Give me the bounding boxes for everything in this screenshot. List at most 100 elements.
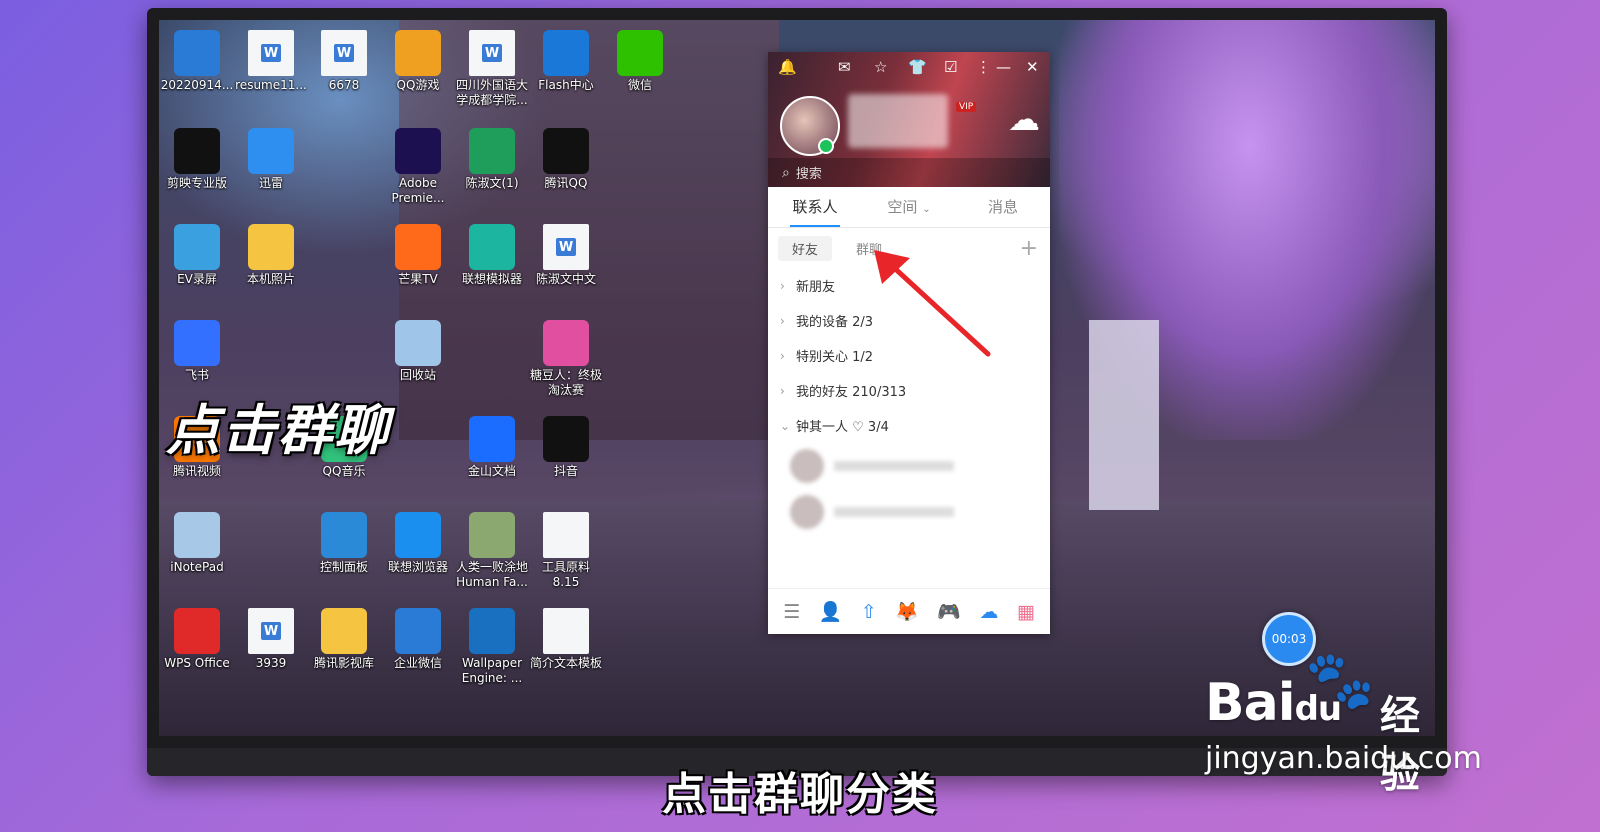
desktop-icon[interactable]: 微信 [602, 30, 678, 93]
mail-icon[interactable]: ✉ [838, 58, 851, 76]
wechat-icon [617, 30, 663, 76]
more-menu-icon[interactable]: ⋮ [976, 58, 991, 76]
word-letter-glyph: W [261, 622, 281, 640]
paw-logo-icon: 🐾 [1305, 648, 1375, 713]
desktop-icon[interactable]: 芒果TV [380, 224, 456, 287]
desktop-icon[interactable]: 飞书 [159, 320, 235, 383]
word-doc-icon: W [321, 30, 367, 76]
app-grid-icon[interactable]: ▦ [1017, 601, 1035, 623]
menu-icon[interactable]: ☰ [783, 601, 800, 623]
desktop-icon[interactable]: 腾讯影视库 [306, 608, 382, 671]
wallpaper-banner [1089, 320, 1159, 510]
xunlei-icon [248, 128, 294, 174]
desktop-icon-label: 人类一败涂地 Human Fa... [455, 560, 528, 589]
bell-icon[interactable]: 🔔 [778, 58, 797, 76]
upload-icon[interactable]: ⇧ [861, 601, 877, 623]
lenovo-browser-icon [395, 512, 441, 558]
close-icon[interactable]: ✕ [1026, 58, 1039, 76]
video-subtitle: 点击群聊分类 [662, 769, 938, 820]
desktop-icon[interactable]: W 陈淑文中文 [528, 224, 604, 287]
group-label: 新朋友 [796, 280, 836, 295]
desktop-icon[interactable]: 陈淑文(1) [454, 128, 530, 191]
desktop-icon[interactable]: 企业微信 [380, 608, 456, 671]
group-label: 钟其一人 ♡ 3/4 [796, 420, 889, 435]
weather-icon[interactable]: ☁ [1008, 100, 1040, 138]
annotation-arrow [874, 250, 991, 357]
capcut-icon [174, 128, 220, 174]
search-bar[interactable]: ⌕ 搜索 [768, 158, 1050, 187]
subtab-friends[interactable]: 好友 [778, 235, 833, 261]
word-doc-icon: W [469, 30, 515, 76]
desktop-icon[interactable]: W 四川外国语大学成都学院... [454, 30, 530, 108]
desktop-icon[interactable]: 控制面板 [306, 512, 382, 575]
desktop-icon[interactable]: 联想浏览器 [380, 512, 456, 575]
desktop-icon[interactable]: 回收站 [380, 320, 456, 383]
desktop-icon[interactable]: 迅雷 [233, 128, 309, 191]
desktop-icon-label: 糖豆人：终极淘汰赛 [529, 368, 602, 397]
desktop-icon[interactable]: Adobe Premie... [380, 128, 456, 206]
desktop-icon[interactable]: 糖豆人：终极淘汰赛 [528, 320, 604, 398]
star-icon[interactable]: ☆ [874, 58, 887, 76]
desktop-icon[interactable]: EV录屏 [159, 224, 235, 287]
tab-space[interactable]: 空间 ⌄ [862, 187, 956, 227]
search-input[interactable]: 搜索 [796, 163, 822, 182]
checked-mail-icon[interactable]: ☑ [944, 58, 957, 76]
desktop-icon-label: Adobe Premie... [391, 176, 445, 205]
desktop-icon[interactable]: Flash中心 [528, 30, 604, 93]
desktop-icon[interactable]: iNotePad [159, 512, 235, 575]
tab-contacts[interactable]: 联系人 [768, 187, 862, 227]
chevron-down-icon: ⌄ [780, 418, 791, 433]
desktop-icon[interactable]: 金山文档 [454, 416, 530, 479]
desktop-icon-label: iNotePad [170, 560, 224, 574]
desktop-icon[interactable]: W 3939 [233, 608, 309, 671]
tab-space-label: 空间 [887, 198, 918, 216]
search-icon: ⌕ [782, 164, 790, 181]
desktop-icon[interactable]: 联想模拟器 [454, 224, 530, 287]
desktop-icon[interactable]: 20220914... [159, 30, 235, 93]
online-status-dot[interactable] [818, 138, 834, 154]
desktop-icon[interactable]: QQ游戏 [380, 30, 456, 93]
desktop-icon-label: QQ音乐 [322, 464, 366, 478]
desktop-icon[interactable]: 本机照片 [233, 224, 309, 287]
desktop-icon[interactable]: 抖音 [528, 416, 604, 479]
desktop-icon[interactable]: 剪映专业版 [159, 128, 235, 191]
emulator-icon [469, 224, 515, 270]
desktop-icon[interactable]: Wresume11... [233, 30, 309, 93]
desktop-icon-label: 飞书 [184, 368, 209, 382]
add-icon[interactable]: + [1020, 236, 1038, 261]
desktop-icon-label: 回收站 [399, 368, 436, 382]
minimize-icon[interactable]: — [996, 58, 1011, 76]
qq-titlebar: 🔔 ✉ ☆ 👕 ☑ ⋮ — ✕ [768, 52, 1050, 82]
game-icon[interactable]: 🦊 [895, 600, 919, 623]
group-row-my-friends[interactable]: › 我的好友 210/313 [768, 373, 1050, 408]
contact-row-blurred[interactable] [768, 489, 1050, 535]
douyin-icon [543, 416, 589, 462]
desktop-icon-label: EV录屏 [177, 272, 217, 286]
desktop-icon[interactable]: 人类一败涂地 Human Fa... [454, 512, 530, 590]
video-file-icon [174, 30, 220, 76]
desktop-icon[interactable]: WPS Office [159, 608, 235, 671]
qq-penguin-icon [543, 128, 589, 174]
desktop-icon-label: 联想模拟器 [461, 272, 522, 286]
desktop-icon[interactable]: 工具原料 8.15 [528, 512, 604, 590]
blank-doc-icon [543, 512, 589, 558]
vip-badge[interactable]: VIP [956, 102, 977, 112]
group-row-custom[interactable]: ⌄ 钟其一人 ♡ 3/4 [768, 408, 1050, 443]
gamepad-icon[interactable]: 🎮 [937, 600, 961, 623]
add-friend-icon[interactable]: 👤 [819, 600, 843, 623]
overlay-instruction-title: 点击群聊 [166, 399, 390, 462]
desktop-icon[interactable]: W 6678 [306, 30, 382, 93]
desktop-icon[interactable]: 腾讯QQ [528, 128, 604, 191]
group-label: 我的设备 2/3 [796, 315, 874, 330]
qq-game-icon [395, 30, 441, 76]
contact-row-blurred[interactable] [768, 443, 1050, 489]
desktop-icon-label: 3939 [255, 656, 287, 670]
chevron-right-icon: › [780, 383, 785, 398]
wps-icon [174, 608, 220, 654]
skin-shirt-icon[interactable]: 👕 [908, 58, 927, 76]
desktop-icon-label: 抖音 [553, 464, 578, 478]
tab-messages[interactable]: 消息 [956, 187, 1050, 227]
cloud-icon[interactable]: ☁ [979, 601, 998, 623]
desktop-icon[interactable]: 简介文本模板 [528, 608, 604, 671]
desktop-icon[interactable]: Wallpaper Engine: ... [454, 608, 530, 686]
